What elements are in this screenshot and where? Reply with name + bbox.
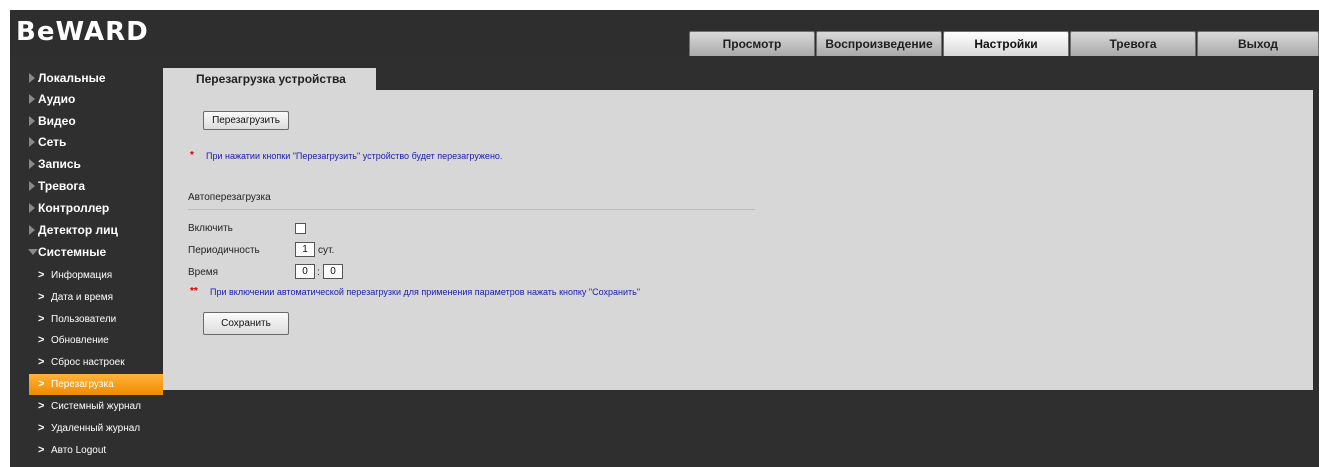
page-title-tab: Перезагрузка устройства [163,68,376,90]
chevron-right-icon: > [38,444,45,456]
reboot-note: При нажатии кнопки "Перезагрузить" устро… [206,151,503,161]
sidebar-subitem-auto-logout[interactable]: > Авто Logout [29,440,163,461]
section-divider [188,209,755,210]
tab-exit[interactable]: Выход [1197,31,1319,56]
sidebar-item-label: Тревога [38,179,86,193]
sidebar-subitem-label: Пользователи [51,314,117,325]
chevron-right-icon: > [38,313,45,325]
enable-label: Включить [188,223,233,234]
chevron-right-icon: > [38,334,45,346]
chevron-right-icon: > [38,356,45,368]
sidebar-subitem-label: Системный журнал [51,401,141,412]
tab-playback[interactable]: Воспроизведение [816,31,942,56]
tab-view[interactable]: Просмотр [689,31,815,56]
period-unit: сут. [318,245,335,256]
sidebar-item-video[interactable]: Видео [10,110,163,132]
collapsed-arrow-icon [29,225,35,235]
sidebar-subitem-remote-log[interactable]: > Удаленный журнал [29,418,163,439]
sidebar-subitem-reboot[interactable]: > Перезагрузка [29,374,163,395]
sidebar-subitem-datetime[interactable]: > Дата и время [29,287,163,308]
chevron-right-icon: > [38,400,45,412]
sidebar-subitem-users[interactable]: > Пользователи [29,309,163,330]
chevron-right-icon: > [38,291,45,303]
sidebar-item-local[interactable]: Локальные [10,67,163,89]
sidebar-item-label: Видео [38,114,76,128]
note-marker-double: ** [190,286,198,297]
sidebar-item-network[interactable]: Сеть [10,131,163,153]
note-marker: * [190,150,194,161]
sidebar-item-label: Запись [38,157,81,171]
period-input[interactable]: 1 [295,242,315,257]
header-bar: BeWARD Просмотр Воспроизведение Настройк… [10,10,1319,56]
sidebar-subitem-info[interactable]: > Информация [29,265,163,286]
time-separator: : [317,267,320,278]
period-label: Периодичность [188,245,260,256]
sidebar-item-record[interactable]: Запись [10,153,163,175]
chevron-right-icon: > [38,378,45,390]
sidebar-item-controller[interactable]: Контроллер [10,197,163,219]
expanded-arrow-icon [28,249,38,255]
enable-checkbox[interactable] [295,223,306,234]
sidebar-subitem-label: Информация [51,270,113,281]
sidebar-item-label: Сеть [38,135,67,149]
app-frame: BeWARD Просмотр Воспроизведение Настройк… [10,10,1319,467]
reboot-button[interactable]: Перезагрузить [203,111,289,130]
sidebar-subitem-label: Удаленный журнал [51,423,141,434]
chevron-right-icon: > [38,422,45,434]
sidebar-item-alarm[interactable]: Тревога [10,175,163,197]
sidebar-subitem-syslog[interactable]: > Системный журнал [29,396,163,417]
sidebar-subitem-update[interactable]: > Обновление [29,330,163,351]
collapsed-arrow-icon [29,137,35,147]
save-button[interactable]: Сохранить [203,312,289,335]
sidebar-item-system[interactable]: Системные [10,241,163,263]
time-label: Время [188,267,219,278]
time-hours-input[interactable]: 0 [295,264,315,279]
sidebar-item-label: Аудио [38,92,76,106]
sidebar-subitem-label: Обновление [51,335,109,346]
auto-reboot-section-title: Автоперезагрузка [188,192,271,203]
auto-reboot-note: При включении автоматической перезагрузк… [210,287,641,297]
sidebar-item-face-detector[interactable]: Детектор лиц [10,219,163,241]
collapsed-arrow-icon [29,73,35,83]
tab-alarm[interactable]: Тревога [1070,31,1196,56]
sidebar-subitem-label: Сброс настроек [51,357,125,368]
chevron-right-icon: > [38,269,45,281]
content-panel: Перезагрузить * При нажатии кнопки "Пере… [163,90,1313,390]
collapsed-arrow-icon [29,116,35,126]
collapsed-arrow-icon [29,203,35,213]
sidebar-item-label: Детектор лиц [38,223,118,237]
sidebar-subitem-reset[interactable]: > Сброс настроек [29,352,163,373]
sidebar-item-audio[interactable]: Аудио [10,88,163,110]
sidebar-item-label: Локальные [38,71,106,85]
sidebar-subitem-label: Дата и время [51,292,114,303]
collapsed-arrow-icon [29,94,35,104]
beward-logo: BeWARD [16,17,149,47]
collapsed-arrow-icon [29,159,35,169]
sidebar-item-label: Системные [38,245,107,259]
tab-settings[interactable]: Настройки [943,31,1069,56]
sidebar-subitem-label: Авто Logout [51,445,107,456]
collapsed-arrow-icon [29,181,35,191]
time-minutes-input[interactable]: 0 [323,264,343,279]
sidebar-item-label: Контроллер [38,201,110,215]
sidebar-subitem-label: Перезагрузка [51,379,114,390]
